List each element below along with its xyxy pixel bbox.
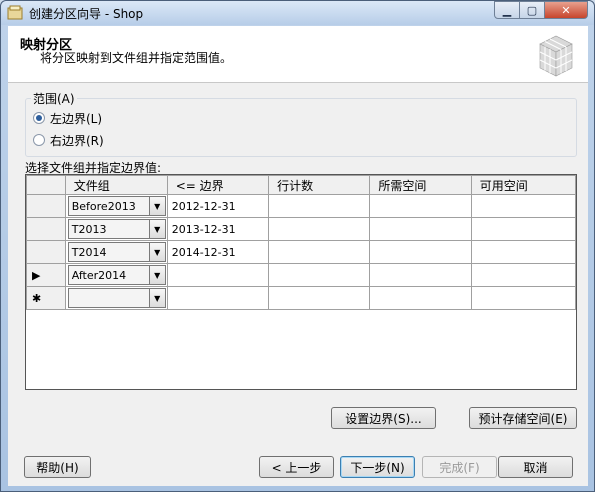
boundary-cell[interactable]: 2012-12-31: [166, 194, 270, 218]
boundary-cell[interactable]: 2014-12-31: [166, 240, 270, 264]
boundary-cell[interactable]: 2013-12-31: [166, 217, 270, 241]
right-boundary-label: 右边界(R): [50, 133, 104, 148]
maximize-button[interactable]: ▢: [520, 1, 545, 19]
window-title: 创建分区向导 - Shop: [29, 7, 144, 21]
chevron-down-icon[interactable]: ▼: [148, 266, 165, 284]
boundary-cell[interactable]: [166, 286, 270, 310]
range-group: 范围(A) 左边界(L) 右边界(R): [25, 90, 577, 157]
available-space-cell: [470, 286, 576, 310]
chevron-down-icon[interactable]: ▼: [148, 289, 165, 307]
back-button[interactable]: < 上一步: [259, 456, 334, 478]
table-row: T2013 ▼ 2013-12-31: [26, 217, 576, 241]
filegroup-cell: Before2013 ▼: [64, 194, 168, 218]
wizard-body: 映射分区 将分区映射到文件组并指定范围值。 范围(A) 左边界(L) 右边界(R…: [8, 26, 588, 486]
title-bar[interactable]: 创建分区向导 - Shop ▁ ▢ ✕: [1, 1, 594, 25]
filegroup-dropdown[interactable]: Before2013 ▼: [67, 196, 166, 216]
chevron-down-icon[interactable]: ▼: [148, 220, 165, 238]
rowcount-cell: [268, 240, 371, 264]
table-row: ▶ After2014 ▼: [26, 263, 576, 287]
minimize-icon: ▁: [502, 3, 512, 17]
close-icon: ✕: [561, 3, 571, 17]
radio-checked-icon: [33, 112, 45, 124]
required-space-cell: [369, 263, 472, 287]
required-space-cell: [369, 286, 472, 310]
estimate-storage-button[interactable]: 预计存储空间(E): [469, 407, 577, 429]
column-header-required-space[interactable]: 所需空间: [369, 175, 472, 195]
partition-grid[interactable]: 文件组 <= 边界 行计数 所需空间 可用空间 Before2013 ▼ 2012…: [25, 174, 577, 390]
table-row: Before2013 ▼ 2012-12-31: [26, 194, 576, 218]
rowcount-cell: [268, 286, 371, 310]
finish-button[interactable]: 完成(F): [422, 456, 497, 478]
filegroup-value: T2014: [71, 246, 107, 259]
table-row: T2014 ▼ 2014-12-31: [26, 240, 576, 264]
row-selector[interactable]: ▶: [26, 263, 66, 287]
right-boundary-radio[interactable]: 右边界(R): [33, 132, 104, 148]
maximize-icon: ▢: [526, 3, 538, 17]
filegroup-value: After2014: [71, 269, 127, 282]
column-header-filegroup[interactable]: 文件组: [64, 175, 168, 195]
chevron-down-icon[interactable]: ▼: [148, 243, 165, 261]
required-space-cell: [369, 240, 472, 264]
current-row-arrow-icon: ▶: [32, 269, 41, 282]
next-button[interactable]: 下一步(N): [340, 456, 415, 478]
row-header-corner: [26, 175, 66, 195]
available-space-cell: [470, 240, 576, 264]
row-selector[interactable]: [26, 240, 66, 264]
available-space-cell: [470, 263, 576, 287]
wizard-window: 创建分区向导 - Shop ▁ ▢ ✕ 映射分区 将分区映射到文件组并指定范围值…: [0, 0, 595, 492]
chevron-down-icon[interactable]: ▼: [148, 197, 165, 215]
set-boundaries-button[interactable]: 设置边界(S)...: [331, 407, 436, 429]
filegroup-value: Before2013: [71, 200, 136, 213]
filegroup-dropdown[interactable]: ▼: [67, 288, 166, 308]
filegroup-dropdown[interactable]: T2014 ▼: [67, 242, 166, 262]
boundary-cell[interactable]: [166, 263, 270, 287]
rowcount-cell: [268, 263, 371, 287]
range-group-label: 范围(A): [31, 90, 77, 107]
partition-cube-icon: [539, 35, 573, 77]
filegroup-value: T2013: [71, 223, 107, 236]
filegroup-dropdown[interactable]: T2013 ▼: [67, 219, 166, 239]
column-header-available-space[interactable]: 可用空间: [470, 175, 576, 195]
minimize-button[interactable]: ▁: [494, 1, 520, 19]
left-boundary-label: 左边界(L): [50, 111, 103, 126]
row-selector[interactable]: [26, 194, 66, 218]
rowcount-cell: [268, 194, 371, 218]
filegroup-cell: ▼: [64, 286, 168, 310]
radio-unchecked-icon: [33, 134, 45, 146]
available-space-cell: [470, 194, 576, 218]
row-selector[interactable]: [26, 217, 66, 241]
filegroup-cell: After2014 ▼: [64, 263, 168, 287]
row-selector[interactable]: ✱: [26, 286, 66, 310]
available-space-cell: [470, 217, 576, 241]
cancel-button[interactable]: 取消: [498, 456, 573, 478]
column-header-boundary[interactable]: <= 边界: [166, 175, 270, 195]
page-subtitle: 将分区映射到文件组并指定范围值。: [40, 51, 233, 65]
column-header-rowcount[interactable]: 行计数: [268, 175, 371, 195]
wizard-header: 映射分区 将分区映射到文件组并指定范围值。: [8, 26, 588, 83]
filegroup-cell: T2013 ▼: [64, 217, 168, 241]
rowcount-cell: [268, 217, 371, 241]
filegroup-cell: T2014 ▼: [64, 240, 168, 264]
app-icon: [7, 5, 23, 20]
left-boundary-radio[interactable]: 左边界(L): [33, 110, 102, 126]
new-row-asterisk-icon: ✱: [32, 292, 42, 305]
partition-table: 文件组 <= 边界 行计数 所需空间 可用空间 Before2013 ▼ 2012…: [26, 175, 576, 310]
close-button[interactable]: ✕: [545, 1, 588, 19]
required-space-cell: [369, 217, 472, 241]
required-space-cell: [369, 194, 472, 218]
help-button[interactable]: 帮助(H): [24, 456, 91, 478]
table-header-row: 文件组 <= 边界 行计数 所需空间 可用空间: [26, 175, 576, 195]
filegroup-dropdown[interactable]: After2014 ▼: [67, 265, 166, 285]
table-row: ✱ ▼: [26, 286, 576, 310]
